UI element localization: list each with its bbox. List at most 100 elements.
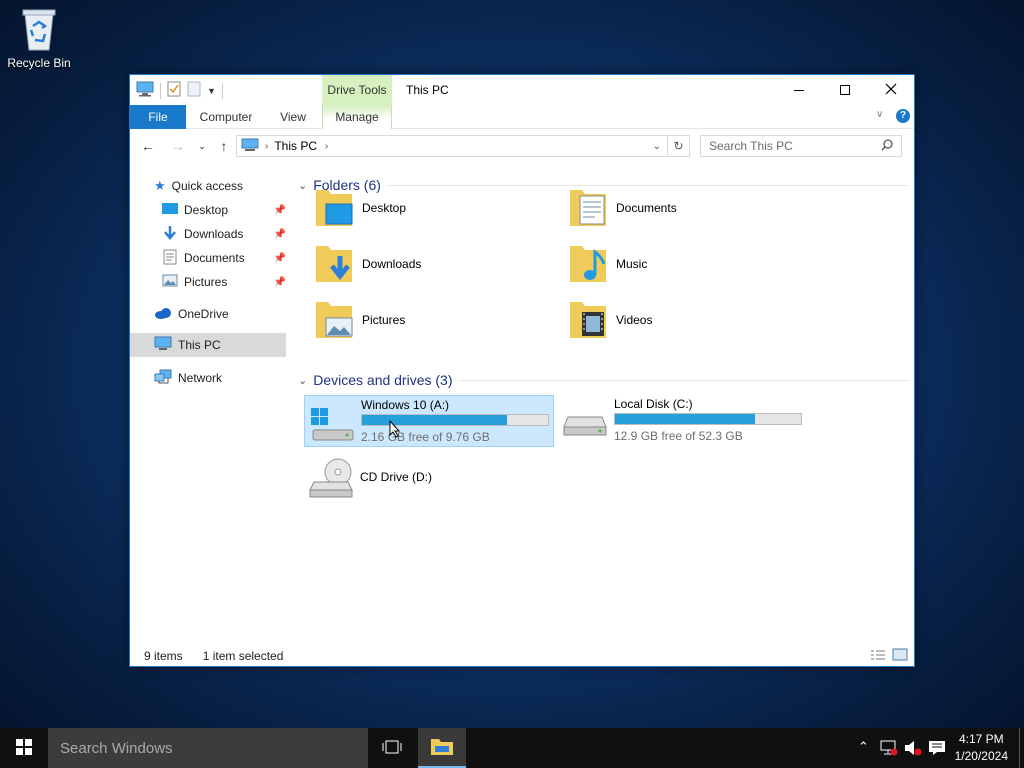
nav-item-onedrive[interactable]: OneDrive (154, 303, 229, 325)
back-button[interactable]: ← (140, 138, 156, 154)
recycle-bin-shortcut[interactable]: Recycle Bin (0, 6, 78, 70)
search-input[interactable]: Search This PC (709, 139, 793, 153)
folder-pictures[interactable]: Pictures (314, 295, 405, 345)
search-box[interactable]: Search This PC (700, 135, 902, 157)
minimize-button[interactable] (776, 75, 822, 105)
breadcrumb-chevron-icon[interactable]: › (325, 141, 328, 152)
volume-muted-icon[interactable] (904, 740, 922, 759)
folder-label: Music (616, 257, 648, 271)
qat-separator (160, 82, 161, 99)
taskbar-search-box[interactable]: Search Windows (48, 728, 368, 768)
recycle-bin-label: Recycle Bin (7, 56, 71, 70)
network-icon (154, 369, 172, 387)
nav-item-this-pc[interactable]: This PC (154, 334, 221, 356)
chevron-down-icon: ⌄ (298, 374, 308, 387)
tab-computer[interactable]: Computer (192, 105, 260, 129)
group-divider (458, 379, 908, 381)
documents-folder-icon (568, 186, 608, 231)
close-icon (885, 83, 897, 98)
breadcrumb-this-pc[interactable]: This PC (274, 139, 317, 153)
nav-label: Network (178, 371, 223, 385)
close-button[interactable] (868, 75, 914, 105)
quick-access-toolbar: ▼ (136, 81, 223, 100)
maximize-button[interactable] (822, 75, 868, 105)
desktop-folder-icon (314, 186, 354, 231)
new-folder-icon[interactable] (187, 81, 201, 100)
drives-group-header[interactable]: ⌄ Devices and drives (3) (298, 372, 908, 388)
start-button[interactable] (0, 728, 48, 768)
taskbar-search-input[interactable]: Search Windows (60, 740, 173, 757)
folder-downloads[interactable]: Downloads (314, 239, 421, 289)
nav-item-quick-access[interactable]: ★ Quick access (154, 175, 243, 197)
pin-icon[interactable]: 📌 (274, 229, 286, 240)
taskbar: Search Windows ⌃ 4:17 PM 1/20/2024 (0, 728, 1024, 768)
address-dropdown-icon[interactable]: ⌄ (653, 141, 661, 152)
drive-free-space: 2.16 GB free of 9.76 GB (361, 430, 490, 444)
tab-file[interactable]: File (130, 105, 186, 129)
title-bar[interactable]: ▼ Drive Tools This PC (130, 75, 914, 105)
document-icon (162, 249, 178, 268)
pin-icon[interactable]: 📌 (274, 205, 286, 216)
file-explorer-icon (430, 736, 454, 759)
large-icons-view-icon[interactable] (892, 648, 908, 665)
download-arrow-icon (162, 225, 178, 244)
ribbon-expand-icon[interactable]: ∨ (876, 109, 883, 120)
pictures-folder-icon (314, 298, 354, 343)
help-icon[interactable]: ? (896, 109, 910, 123)
drive-tile-windows-10-a[interactable]: Windows 10 (A:) 2.16 GB free of 9.76 GB (304, 395, 554, 447)
clock-time: 4:17 PM (958, 732, 1004, 746)
taskbar-file-explorer[interactable] (418, 728, 466, 768)
search-icon (881, 139, 893, 154)
drive-name: CD Drive (D:) (360, 470, 432, 484)
address-bar[interactable]: › This PC › ⌄ ↻ (236, 135, 690, 157)
item-count: 9 items (144, 649, 183, 663)
file-explorer-window: ▼ Drive Tools This PC File Computer View… (129, 74, 915, 667)
network-disconnected-icon[interactable] (880, 740, 898, 759)
drive-name: Local Disk (C:) (614, 397, 693, 411)
folder-videos[interactable]: Videos (568, 295, 652, 345)
ribbon-tabs: File Computer View Manage ∨ ? (130, 105, 914, 129)
qat-dropdown-icon[interactable]: ▼ (207, 86, 216, 96)
nav-label: Quick access (171, 179, 244, 193)
nav-item-desktop[interactable]: Desktop 📌 (162, 199, 286, 221)
tray-overflow-chevron-icon[interactable]: ⌃ (858, 739, 869, 755)
folder-documents[interactable]: Documents (568, 183, 677, 233)
folder-label: Pictures (362, 313, 406, 327)
nav-item-documents[interactable]: Documents 📌 (162, 247, 286, 269)
nav-item-network[interactable]: Network (154, 367, 222, 389)
details-view-icon[interactable] (870, 649, 886, 666)
drive-tile-cd-d[interactable]: CD Drive (D:) (304, 452, 554, 502)
pin-icon[interactable]: 📌 (274, 253, 286, 264)
task-view-button[interactable] (370, 728, 414, 768)
folder-music[interactable]: Music (568, 239, 647, 289)
forward-arrow-icon: → (171, 138, 185, 154)
up-arrow-icon: ↑ (220, 138, 228, 154)
selection-count: 1 item selected (202, 649, 284, 663)
properties-icon[interactable] (167, 81, 181, 100)
clock-date: 1/20/2024 (954, 749, 1008, 763)
task-view-icon (382, 740, 402, 757)
up-button[interactable]: ↑ (216, 138, 232, 154)
chevron-down-icon: ⌄ (298, 179, 308, 192)
picture-icon (162, 274, 178, 291)
windows-logo-icon (16, 738, 32, 758)
tab-manage[interactable]: Manage (322, 105, 392, 129)
recycle-bin-icon (19, 6, 59, 52)
clock[interactable]: 4:17 PM 1/20/2024 (955, 731, 1008, 765)
breadcrumb-separator-icon[interactable]: › (265, 141, 268, 152)
pin-icon[interactable]: 📌 (274, 277, 286, 288)
action-center-icon[interactable] (928, 740, 946, 759)
desktop-folder-icon (162, 202, 178, 219)
nav-label: Pictures (184, 275, 228, 289)
folder-desktop[interactable]: Desktop (314, 183, 406, 233)
drive-usage-bar (614, 413, 802, 425)
forward-button[interactable]: → (170, 138, 186, 154)
nav-item-pictures[interactable]: Pictures 📌 (162, 271, 286, 293)
nav-item-downloads[interactable]: Downloads 📌 (162, 223, 286, 245)
refresh-icon[interactable]: ↻ (667, 136, 689, 156)
drive-usage-fill (362, 415, 508, 425)
show-desktop-button[interactable] (1019, 728, 1024, 768)
drive-tile-local-disk-c[interactable]: Local Disk (C:) 12.9 GB free of 52.3 GB (558, 395, 808, 447)
tab-view[interactable]: View (270, 105, 316, 129)
recent-locations-button[interactable]: ⌄ (194, 138, 210, 154)
